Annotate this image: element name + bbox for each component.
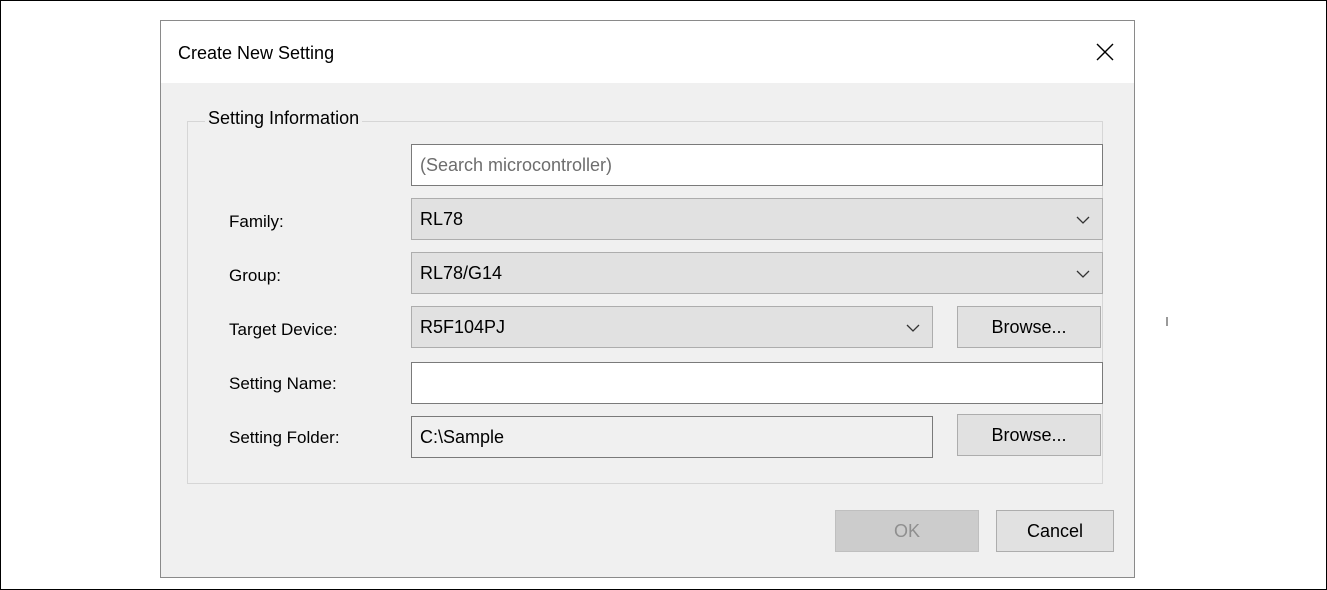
resize-grip-mark [1166,317,1168,326]
chevron-down-icon [1076,270,1090,278]
target-device-browse-button[interactable]: Browse... [957,306,1101,348]
cancel-label: Cancel [1026,520,1084,541]
ok-button[interactable]: OK [835,510,979,552]
setting-name-label: Setting Name: [229,374,337,393]
group-legend: Setting Information [205,108,363,129]
setting-folder-value: C:\Sample [420,426,505,447]
target-device-select[interactable]: R5F104PJ [411,306,933,348]
group-select[interactable]: RL78/G14 [411,252,1103,294]
target-device-label: Target Device: [229,320,338,339]
family-value: RL78 [420,208,464,229]
target-device-value: R5F104PJ [420,316,506,337]
ok-label: OK [893,520,920,541]
setting-name-input[interactable] [411,362,1103,404]
family-label: Family: [229,212,284,231]
family-select[interactable]: RL78 [411,198,1103,240]
search-microcontroller-input[interactable] [411,144,1103,186]
chevron-down-icon [1076,216,1090,224]
dialog-titlebar: Create New Setting [161,21,1134,83]
create-new-setting-dialog: Create New Setting Setting Information F… [160,20,1135,578]
group-value: RL78/G14 [420,262,503,283]
setting-folder-label: Setting Folder: [229,428,340,447]
setting-information-group: Setting Information Family: RL78 Group: … [187,108,1103,484]
setting-folder-field[interactable]: C:\Sample [411,416,933,458]
browse-label: Browse... [991,316,1067,337]
cancel-button[interactable]: Cancel [996,510,1114,552]
close-icon [1096,43,1114,61]
setting-folder-browse-button[interactable]: Browse... [957,414,1101,456]
browse-label: Browse... [991,424,1067,445]
close-button[interactable] [1076,21,1134,83]
group-label: Group: [229,266,281,285]
dialog-title: Create New Setting [178,43,335,63]
chevron-down-icon [906,324,920,332]
